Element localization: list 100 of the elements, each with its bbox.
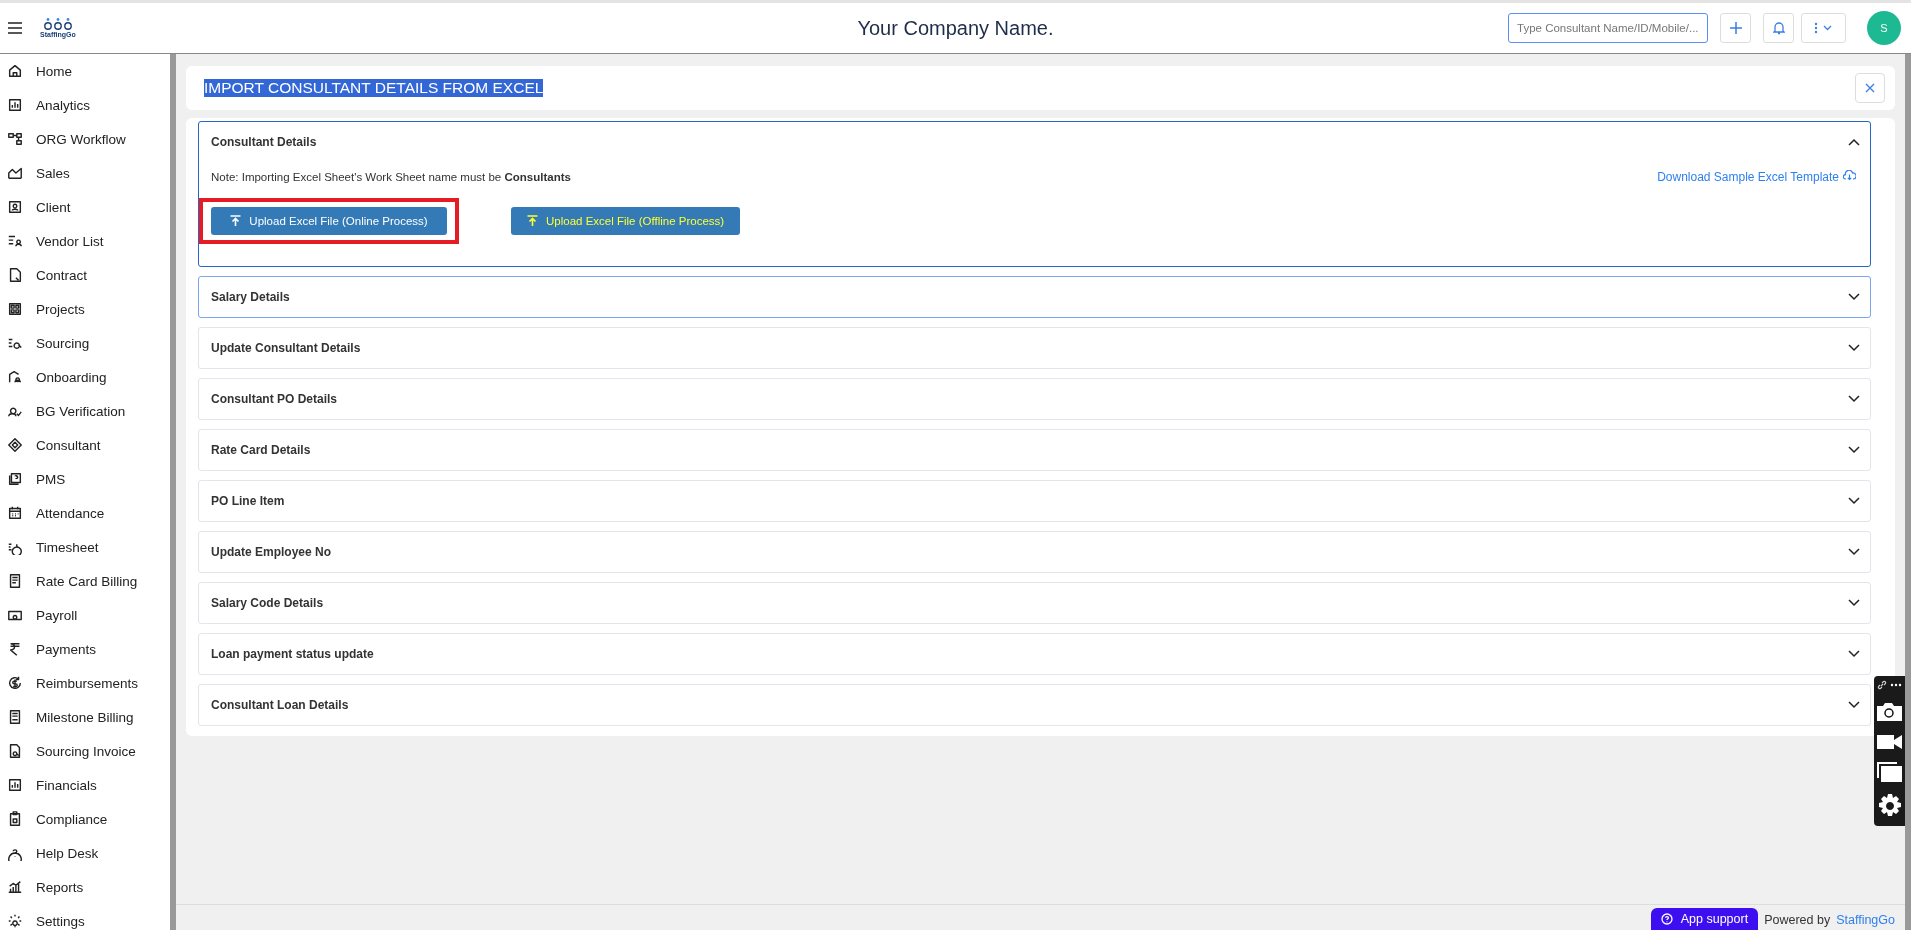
chevron-down-icon	[1848, 701, 1860, 709]
sidebar-item[interactable]: Settings	[0, 904, 170, 930]
add-button[interactable]	[1720, 13, 1751, 43]
calendar-icon	[7, 505, 23, 521]
powered-by-text: Powered by	[1764, 913, 1831, 929]
close-icon	[1865, 83, 1875, 93]
sidebar-item[interactable]: Payroll	[0, 598, 170, 632]
chevron-down-icon	[1848, 497, 1860, 505]
sidebar-item[interactable]: Home	[0, 54, 170, 88]
upload-icon	[230, 215, 242, 227]
accordion-header[interactable]: Consultant Details	[199, 122, 1870, 162]
sidebar-item[interactable]: Help Desk	[0, 836, 170, 870]
video-camera-icon[interactable]	[1877, 733, 1902, 750]
chevron-down-icon	[1848, 344, 1860, 352]
sidebar-item[interactable]: Payments	[0, 632, 170, 666]
list-user-icon	[7, 233, 23, 249]
chevron-down-icon	[1848, 395, 1860, 403]
sidebar-item[interactable]: PMS	[0, 462, 170, 496]
accordion-header[interactable]: Rate Card Details	[199, 430, 1870, 470]
grid-icon	[7, 301, 23, 317]
chevron-down-icon	[1848, 293, 1860, 301]
sidebar-item[interactable]: Client	[0, 190, 170, 224]
menu-icon[interactable]	[8, 22, 22, 34]
sidebar-item[interactable]: Vendor List	[0, 224, 170, 258]
note-text: Note: Importing Excel Sheet's Work Sheet name must be Consultants	[211, 171, 571, 183]
sidebar-item[interactable]: Sourcing	[0, 326, 170, 360]
sidebar-item[interactable]: Contract	[0, 258, 170, 292]
accordion-header[interactable]: Consultant Loan Details	[199, 685, 1870, 725]
home-icon	[7, 63, 23, 79]
chevron-down-icon	[1848, 599, 1860, 607]
upload-button[interactable]: Upload Excel File (Offline Process)	[511, 207, 741, 235]
link-icon[interactable]	[1877, 680, 1887, 690]
scrollbar[interactable]	[1905, 54, 1911, 930]
download-link[interactable]: Download Sample Excel Template	[1657, 170, 1856, 184]
accordion-header[interactable]: Consultant PO Details	[199, 379, 1870, 419]
notification-button[interactable]	[1763, 13, 1794, 43]
logo-mark-icon	[42, 18, 73, 30]
accordion-header[interactable]: Salary Details	[199, 277, 1870, 317]
question-card-icon	[7, 471, 23, 487]
sidebar-item[interactable]: Onboarding	[0, 360, 170, 394]
document-icon	[7, 709, 23, 725]
more-icon[interactable]	[1890, 683, 1902, 687]
sidebar-item[interactable]: ORG Workflow	[0, 122, 170, 156]
accordion-header[interactable]: Salary Code Details	[199, 583, 1870, 623]
windows-icon[interactable]	[1877, 762, 1902, 782]
chevron-up-icon	[1848, 138, 1860, 146]
chart-icon	[7, 165, 23, 181]
brand-link[interactable]: StaffingGo	[1836, 913, 1895, 930]
plus-icon	[1729, 22, 1742, 34]
receipt-icon	[7, 573, 23, 589]
upload-icon	[527, 215, 538, 227]
sidebar-item[interactable]: Projects	[0, 292, 170, 326]
search-field[interactable]: Type Consultant Name/ID/Mobile/...	[1508, 13, 1708, 43]
section-title: Loan payment status update	[211, 647, 374, 661]
bell-icon	[1772, 21, 1785, 35]
sidebar-item[interactable]: Reimbursements	[0, 666, 170, 700]
sidebar-item[interactable]: Consultant	[0, 428, 170, 462]
sidebar-item[interactable]: Compliance	[0, 802, 170, 836]
chevron-down-icon	[1848, 446, 1860, 454]
chevron-down-icon	[1848, 548, 1860, 556]
section-title: Update Consultant Details	[211, 341, 361, 355]
section-title: Salary Code Details	[211, 596, 324, 610]
chart-icon	[7, 777, 23, 793]
sidebar-item[interactable]: Timesheet	[0, 530, 170, 564]
cloud-download-icon	[1843, 170, 1856, 181]
camera-icon[interactable]	[1877, 702, 1902, 721]
section-title: Rate Card Details	[211, 443, 311, 457]
document-icon	[7, 267, 23, 283]
flowchart-icon	[7, 131, 23, 147]
sidebar-item[interactable]: Reports	[0, 870, 170, 904]
sidebar-item[interactable]: BG Verification	[0, 394, 170, 428]
accordion-header[interactable]: Loan payment status update	[199, 634, 1870, 674]
contact-card-icon	[7, 199, 23, 215]
chevron-down-icon	[1848, 650, 1860, 658]
sidebar-item[interactable]: Attendance	[0, 496, 170, 530]
sidebar-item[interactable]: Rate Card Billing	[0, 564, 170, 598]
section-title: Consultant Details	[211, 135, 317, 149]
section-title: Consultant PO Details	[211, 392, 338, 406]
document-search-icon	[7, 743, 23, 759]
clipboard-icon	[7, 811, 23, 827]
accordion-header[interactable]: PO Line Item	[199, 481, 1870, 521]
section-title: Consultant Loan Details	[211, 698, 349, 712]
scrollbar[interactable]	[170, 54, 176, 930]
accordion-header[interactable]: Update Consultant Details	[199, 328, 1870, 368]
sidebar-item[interactable]: Analytics	[0, 88, 170, 122]
company-name: Your Company Name.	[857, 16, 1054, 40]
section-title: PO Line Item	[211, 494, 285, 508]
section-title: Salary Details	[211, 290, 290, 304]
sidebar-item[interactable]: Milestone Billing	[0, 700, 170, 734]
app-support-button[interactable]: App support	[1650, 908, 1759, 930]
chart-icon	[7, 97, 23, 113]
page-title: IMPORT CONSULTANT DETAILS FROM EXCEL	[204, 79, 544, 97]
sidebar-item[interactable]: Sales	[0, 156, 170, 190]
sidebar-item[interactable]: Financials	[0, 768, 170, 802]
sidebar-item[interactable]: Sourcing Invoice	[0, 734, 170, 768]
accordion-header[interactable]: Update Employee No	[199, 532, 1870, 572]
tag-icon	[7, 437, 23, 453]
upload-button[interactable]: Upload Excel File (Online Process)	[211, 207, 447, 235]
chart-icon	[7, 879, 23, 895]
section-title: Update Employee No	[211, 545, 332, 559]
